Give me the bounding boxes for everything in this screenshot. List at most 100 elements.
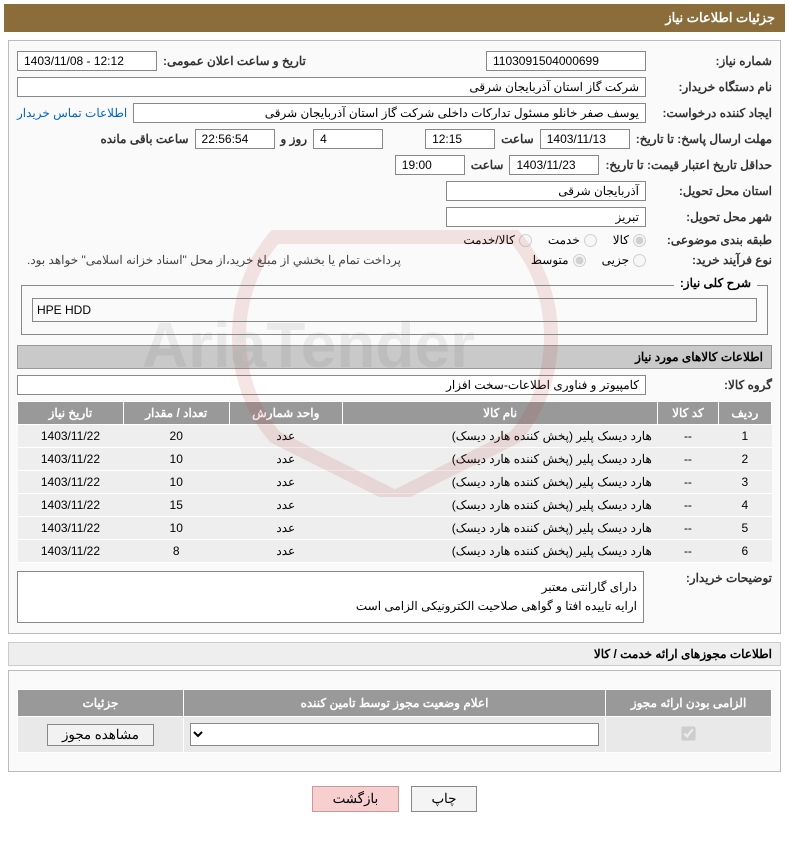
radio-kala-label: کالا [613, 233, 629, 247]
buyer-notes-label: توضیحات خریدار: [652, 571, 772, 585]
cell-date: 1403/11/22 [18, 471, 124, 494]
buyer-note-line1: دارای گارانتی معتبر [24, 578, 637, 597]
view-license-button[interactable]: مشاهده مجوز [47, 724, 154, 746]
radio-partial[interactable] [633, 254, 646, 267]
radio-medium-label: متوسط [531, 253, 569, 267]
page-title: جزئیات اطلاعات نیاز [4, 4, 785, 32]
th-name: نام کالا [343, 402, 658, 425]
print-button[interactable]: چاپ [411, 786, 478, 812]
license-box: الزامی بودن ارائه مجوز اعلام وضعیت مجوز … [8, 670, 781, 772]
deadline-send-time: 12:15 [425, 129, 495, 149]
remain-time: 22:56:54 [195, 129, 275, 149]
table-row: 2--هارد دیسک پلیر (پخش‌ کننده هارد دیسک)… [18, 448, 772, 471]
table-row: 5--هارد دیسک پلیر (پخش‌ کننده هارد دیسک)… [18, 517, 772, 540]
saat-label-2: ساعت [471, 158, 504, 172]
cell-name: هارد دیسک پلیر (پخش‌ کننده هارد دیسک) [343, 425, 658, 448]
license-table: الزامی بودن ارائه مجوز اعلام وضعیت مجوز … [17, 689, 772, 753]
remain-days-label: روز و [281, 132, 308, 146]
license-status-select[interactable] [190, 723, 599, 746]
buyer-note-line2: ارایه تاییده افتا و گواهی صلاحیت الکترون… [24, 597, 637, 616]
buyer-contact-link[interactable]: اطلاعات تماس خریدار [17, 106, 127, 120]
th-row: ردیف [718, 402, 771, 425]
radio-service-label: خدمت [548, 233, 580, 247]
cell-name: هارد دیسک پلیر (پخش‌ کننده هارد دیسک) [343, 448, 658, 471]
min-valid-date: 1403/11/23 [509, 155, 599, 175]
cell-unit: عدد [229, 448, 342, 471]
cell-date: 1403/11/22 [18, 540, 124, 563]
table-row: 1--هارد دیسک پلیر (پخش‌ کننده هارد دیسک)… [18, 425, 772, 448]
cell-idx: 4 [718, 494, 771, 517]
goods-section-title: اطلاعات کالاهای مورد نیاز [17, 345, 772, 369]
footer-buttons: چاپ بازگشت [4, 776, 785, 822]
category-label: طبقه بندی موضوعی: [652, 233, 772, 247]
buyer-notes-box: دارای گارانتی معتبر ارایه تاییده افتا و … [17, 571, 644, 623]
radio-kala[interactable] [633, 234, 646, 247]
summary-value: HPE HDD [32, 298, 757, 322]
cell-qty: 10 [123, 448, 229, 471]
cell-unit: عدد [229, 471, 342, 494]
province-label: استان محل تحویل: [652, 184, 772, 198]
th-date: تاریخ نیاز [18, 402, 124, 425]
category-radios: کالا خدمت کالا/خدمت [463, 233, 646, 247]
radio-both[interactable] [519, 234, 532, 247]
saat-label-1: ساعت [501, 132, 534, 146]
radio-medium[interactable] [573, 254, 586, 267]
cell-idx: 1 [718, 425, 771, 448]
province-value: آذربایجان شرقی [446, 181, 646, 201]
cell-code: -- [658, 540, 718, 563]
cell-idx: 6 [718, 540, 771, 563]
license-required-checkbox[interactable] [681, 726, 695, 740]
th-code: کد کالا [658, 402, 718, 425]
requester-label: ایجاد کننده درخواست: [652, 106, 772, 120]
license-section-title: اطلاعات مجوزهای ارائه خدمت / کالا [8, 642, 781, 666]
cell-qty: 10 [123, 471, 229, 494]
th-qty: تعداد / مقدار [123, 402, 229, 425]
buy-process-label: نوع فرآیند خرید: [652, 253, 772, 267]
license-row: مشاهده مجوز [18, 717, 772, 753]
goods-group-value: کامپیوتر و فناوری اطلاعات-سخت افزار [17, 375, 646, 395]
summary-box: شرح کلی نیاز: HPE HDD [21, 285, 768, 335]
th-unit: واحد شمارش [229, 402, 342, 425]
cell-date: 1403/11/22 [18, 425, 124, 448]
cell-date: 1403/11/22 [18, 517, 124, 540]
back-button[interactable]: بازگشت [312, 786, 400, 812]
need-number-value: 1103091504000699 [486, 51, 646, 71]
deadline-send-label: مهلت ارسال پاسخ: تا تاریخ: [636, 132, 772, 146]
remain-days: 4 [313, 129, 383, 149]
radio-service[interactable] [584, 234, 597, 247]
cell-date: 1403/11/22 [18, 494, 124, 517]
radio-both-label: کالا/خدمت [463, 233, 514, 247]
th-lic-status: اعلام وضعیت مجوز توسط تامین کننده [183, 690, 605, 717]
remain-time-label: ساعت باقی مانده [100, 132, 188, 146]
radio-partial-label: جزیی [602, 253, 629, 267]
cell-code: -- [658, 471, 718, 494]
buyer-device-label: نام دستگاه خریدار: [652, 80, 772, 94]
cell-code: -- [658, 448, 718, 471]
city-value: تبریز [446, 207, 646, 227]
cell-date: 1403/11/22 [18, 448, 124, 471]
cell-code: -- [658, 494, 718, 517]
announce-value: 1403/11/08 - 12:12 [17, 51, 157, 71]
summary-legend: شرح کلی نیاز: [674, 276, 757, 290]
cell-qty: 15 [123, 494, 229, 517]
cell-qty: 10 [123, 517, 229, 540]
table-row: 6--هارد دیسک پلیر (پخش‌ کننده هارد دیسک)… [18, 540, 772, 563]
th-lic-details: جزئیات [18, 690, 184, 717]
city-label: شهر محل تحویل: [652, 210, 772, 224]
th-lic-required: الزامی بودن ارائه مجوز [606, 690, 772, 717]
cell-qty: 8 [123, 540, 229, 563]
cell-unit: عدد [229, 540, 342, 563]
goods-group-label: گروه کالا: [652, 378, 772, 392]
announce-label: تاریخ و ساعت اعلان عمومی: [163, 54, 306, 68]
cell-name: هارد دیسک پلیر (پخش‌ کننده هارد دیسک) [343, 517, 658, 540]
requester-value: یوسف صفر خانلو مسئول تدارکات داخلی شرکت … [133, 103, 646, 123]
cell-idx: 2 [718, 448, 771, 471]
buyer-device-value: شرکت گاز استان آذربایجان شرقی [17, 77, 646, 97]
cell-idx: 5 [718, 517, 771, 540]
buy-note: پرداخت تمام يا بخشي از مبلغ خريد،از محل … [17, 253, 401, 267]
deadline-send-date: 1403/11/13 [540, 129, 630, 149]
table-row: 3--هارد دیسک پلیر (پخش‌ کننده هارد دیسک)… [18, 471, 772, 494]
cell-code: -- [658, 517, 718, 540]
table-row: 4--هارد دیسک پلیر (پخش‌ کننده هارد دیسک)… [18, 494, 772, 517]
need-number-label: شماره نیاز: [652, 54, 772, 68]
